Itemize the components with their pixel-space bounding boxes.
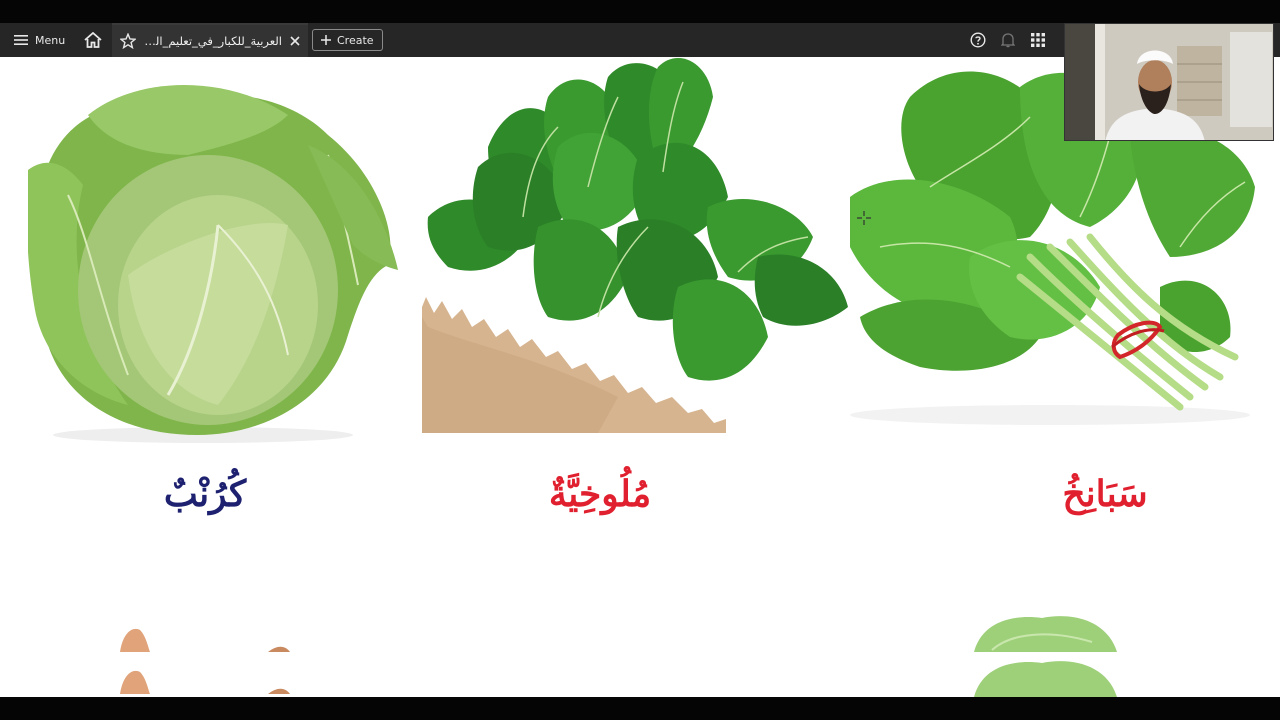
screen: Menu العربية_للكبار_في_تعليم_اللغ.. Crea… [0,0,1280,720]
webcam-video [1064,23,1274,141]
create-label: Create [337,33,374,47]
word-spinach: سَبَانِخُ [1062,473,1148,515]
lettuce-image [974,616,1117,697]
cabbage-image [28,85,398,443]
help-icon [970,32,986,48]
molokhia-image [422,58,848,433]
crosshair-cursor-icon [857,211,871,225]
notifications-button[interactable] [998,23,1018,57]
slide-canvas: كُرُنْبٌ مُلُوخِيَّةٌ سَبَانِخُ [0,57,1280,697]
home-button[interactable] [80,23,106,57]
plus-icon [321,35,331,45]
hand-image [120,628,290,694]
bell-icon [1001,33,1015,48]
menu-button[interactable]: Menu [8,23,71,57]
close-icon[interactable] [290,36,300,46]
tab-title: العربية_للكبار_في_تعليم_اللغ.. [144,34,282,48]
presenter-video-image [1065,24,1273,140]
hamburger-icon [14,35,28,45]
word-cabbage: كُرُنْبٌ [163,473,247,515]
home-icon [84,32,102,48]
word-molokhia: مُلُوخِيَّةٌ [548,473,652,515]
document-tab[interactable]: العربية_للكبار_في_تعليم_اللغ.. [112,23,308,57]
letterbox-top [0,0,1280,23]
letterbox-bottom [0,697,1280,720]
create-button[interactable]: Create [312,29,383,51]
star-icon[interactable] [120,33,136,49]
apps-grid-icon [1031,33,1045,47]
apps-button[interactable] [1028,23,1048,57]
help-button[interactable] [968,23,988,57]
menu-label: Menu [35,33,66,47]
